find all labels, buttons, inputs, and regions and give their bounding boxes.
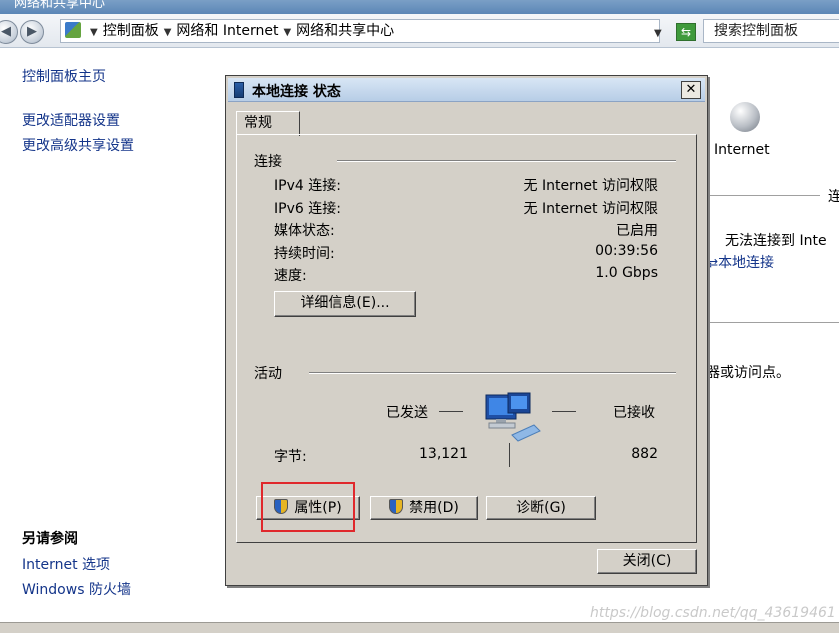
window-title: 网络和共享中心 [14,0,106,11]
divider [708,195,820,196]
speed-label: 速度: [274,268,307,284]
media-state-label: 媒体状态: [274,223,335,239]
internet-label: Internet [714,142,770,158]
change-adapter-settings-link[interactable]: 更改适配器设置 [22,110,120,130]
network-link-icon: ⇄ [708,256,719,270]
diagnose-button[interactable]: 诊断(G) [486,496,596,520]
internet-options-link[interactable]: Internet 选项 [22,554,110,574]
sent-label: 已发送 [386,405,428,421]
connection-group-label: 连接 [254,154,282,170]
window-titlebar: 网络和共享中心 [0,0,839,14]
watermark: https://blog.csdn.net/qq_43619461 [590,605,836,621]
address-dropdown-icon[interactable]: ▼ [654,28,662,39]
bytes-received-value: 882 [631,446,658,462]
divider [708,322,839,323]
search-input[interactable]: 搜索控制面板 [703,19,839,43]
media-state-value: 已启用 [616,223,658,239]
dialog-titlebar[interactable]: 本地连接 状态 ✕ [228,78,705,102]
tab-general[interactable]: 常规 [236,111,300,136]
sent-line [439,411,463,412]
internet-globe-icon [730,102,760,132]
chevron-right-icon[interactable]: ▼ [90,22,98,44]
received-label: 已接收 [613,405,655,421]
chevron-right-icon[interactable]: ▼ [283,22,291,44]
connect-partial-text: 连 [828,189,839,205]
chevron-right-icon[interactable]: ▼ [164,22,172,44]
windows-firewall-link[interactable]: Windows 防火墙 [22,579,131,599]
network-adapter-icon [234,82,244,98]
control-panel-icon [65,22,81,38]
speed-value: 1.0 Gbps [595,265,658,281]
no-connect-text: 无法连接到 Inte [725,233,827,249]
group-divider [337,160,676,162]
bytes-label: 字节: [274,449,307,465]
local-connection-link[interactable]: ⇄本地连接 [708,252,774,272]
duration-label: 持续时间: [274,246,335,262]
highlight-box [261,482,355,532]
breadcrumb-item[interactable]: 网络和 Internet [176,23,278,39]
disable-button[interactable]: 禁用(D) [370,496,478,520]
ipv4-label: IPv4 连接: [274,178,341,194]
see-also-heading: 另请参阅 [22,531,78,547]
details-button[interactable]: 详细信息(E)... [274,291,416,317]
breadcrumb-item[interactable]: 控制面板 [103,23,159,39]
bytes-sent-value: 13,121 [419,446,468,462]
forward-button[interactable]: ▶ [20,20,44,44]
activity-group-label: 活动 [254,366,282,382]
ipv6-label: IPv6 连接: [274,201,341,217]
back-button[interactable]: ◀ [0,20,18,44]
router-partial-text: 器或访问点。 [706,365,790,381]
duration-value: 00:39:56 [595,243,658,259]
close-icon[interactable]: ✕ [681,81,701,99]
network-activity-icon [485,392,541,442]
uac-shield-icon [389,499,404,514]
ipv6-value: 无 Internet 访问权限 [523,201,659,217]
address-toolbar: ◀ ▶ ▼ 控制面板 ▼ 网络和 Internet ▼ 网络和共享中心 ▼ ⇆ 搜索控制面… [0,14,839,48]
dialog-title: 本地连接 状态 [252,84,341,100]
ipv4-value: 无 Internet 访问权限 [523,178,659,194]
group-divider [309,372,676,374]
taskbar [0,622,839,633]
breadcrumb-item[interactable]: 网络和共享中心 [296,23,394,39]
received-line [552,411,576,412]
change-advanced-sharing-link[interactable]: 更改高级共享设置 [22,135,134,155]
disable-label: 禁用(D) [409,500,459,516]
refresh-button[interactable]: ⇆ [676,23,696,41]
breadcrumb[interactable]: ▼ 控制面板 ▼ 网络和 Internet ▼ 网络和共享中心 [60,19,660,43]
local-connection-label[interactable]: 本地连接 [718,255,774,271]
close-button[interactable]: 关闭(C) [597,549,697,574]
control-panel-home-link[interactable]: 控制面板主页 [22,66,106,86]
